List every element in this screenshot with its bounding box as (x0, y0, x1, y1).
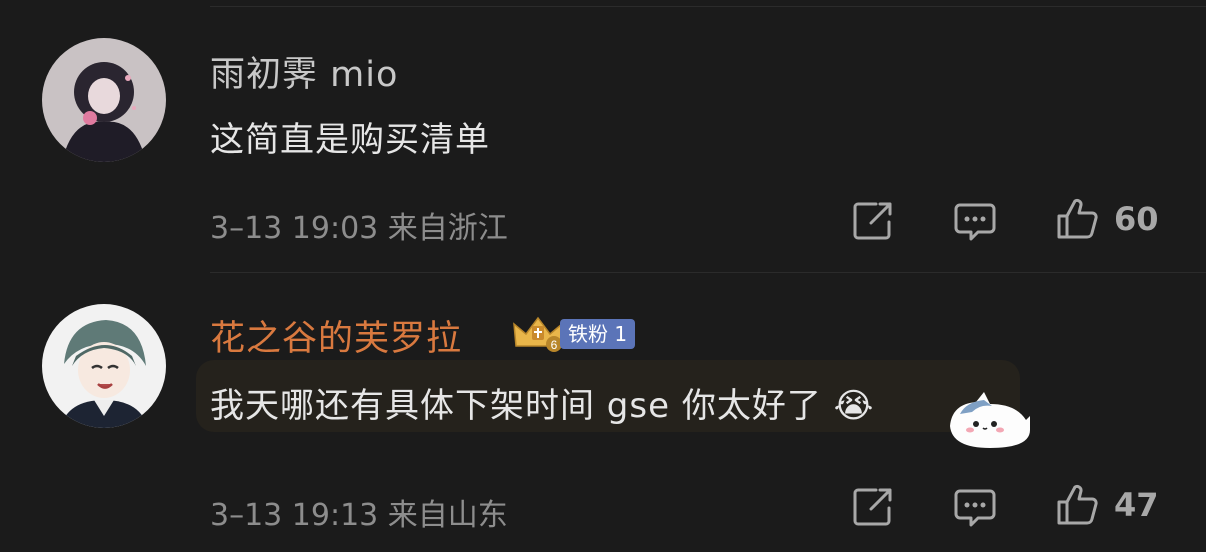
comment-meta: 3–13 19:03 来自浙江 (210, 211, 508, 246)
comment-meta: 3–13 19:13 来自山东 (210, 498, 508, 533)
comment-item: 花之谷的芙罗拉 6 铁粉 1 我天哪还有具体下架时间 gse 你太好了 😭 3–… (0, 272, 1206, 552)
reply-button[interactable] (954, 488, 996, 528)
comment-text: 这简直是购买清单 (210, 120, 490, 160)
badge-label: 铁粉 1 (560, 319, 636, 349)
like-icon (1057, 198, 1098, 239)
cat-sticker-icon (946, 390, 1032, 456)
like-icon (1057, 484, 1098, 525)
like-count: 47 (1114, 486, 1159, 524)
like-count: 60 (1114, 200, 1159, 238)
fan-badge[interactable]: 6 铁粉 1 (512, 316, 636, 352)
avatar[interactable] (42, 304, 166, 428)
username[interactable]: 雨初霁 mio (210, 46, 398, 97)
username[interactable]: 花之谷的芙罗拉 (210, 310, 462, 361)
comment-item: 雨初霁 mio 这简直是购买清单 3–13 19:03 来自浙江 60 (0, 0, 1206, 272)
comment-icon (954, 489, 996, 527)
comment-text-body: 我天哪还有具体下架时间 gse 你太好了 (210, 386, 822, 426)
reply-button[interactable] (954, 202, 996, 242)
badge-level: 6 (551, 338, 558, 352)
like-button[interactable]: 60 (1056, 198, 1159, 240)
crying-emoji: 😭 (833, 386, 875, 426)
share-icon (853, 488, 892, 526)
comment-icon (954, 203, 996, 241)
crown-icon: 6 (513, 316, 563, 352)
comment-text: 我天哪还有具体下架时间 gse 你太好了 😭 (210, 378, 874, 427)
share-button[interactable] (852, 486, 894, 528)
avatar[interactable] (42, 38, 166, 162)
share-icon (853, 202, 892, 240)
like-button[interactable]: 47 (1056, 484, 1159, 526)
share-button[interactable] (852, 200, 894, 242)
